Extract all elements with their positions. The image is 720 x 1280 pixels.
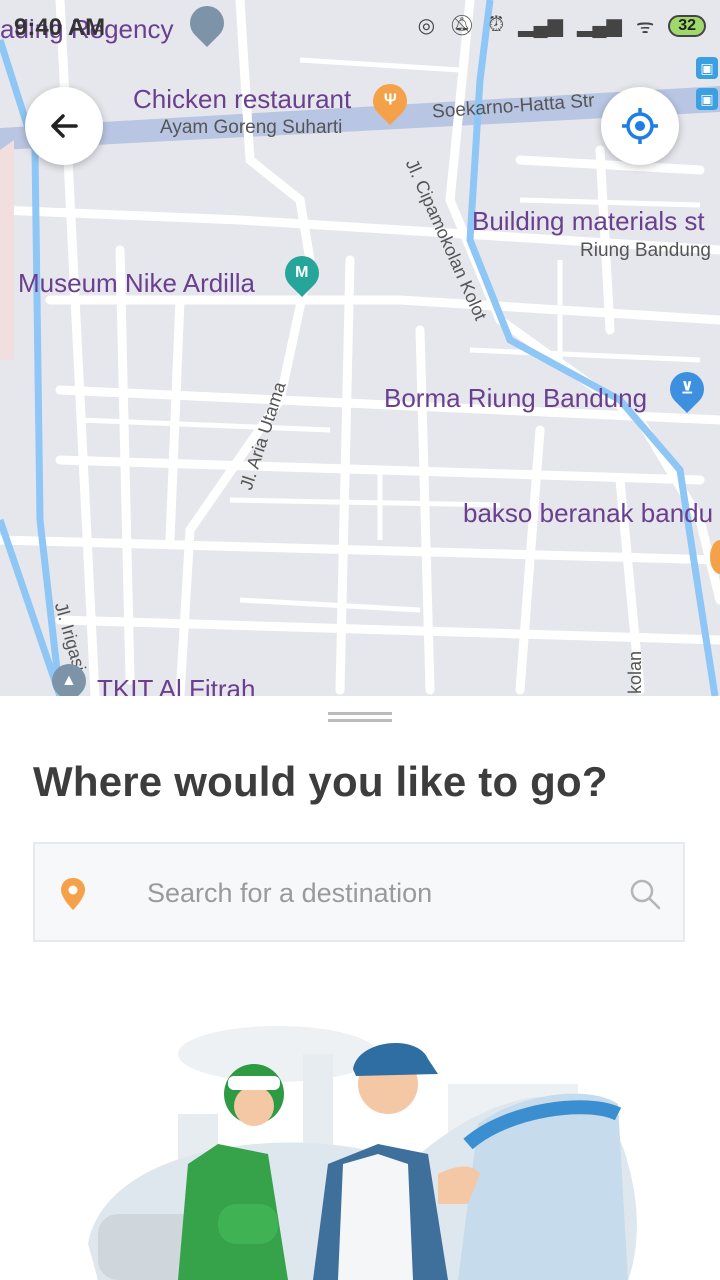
- back-arrow-icon: [51, 114, 78, 138]
- signal-icon: ▂▄▆: [577, 15, 622, 37]
- place-sub-building: Riung Bandung: [580, 240, 711, 261]
- road-label-kolan: kolan: [625, 650, 645, 694]
- search-icon[interactable]: [629, 878, 661, 910]
- drivers-illustration: [88, 1026, 637, 1280]
- bus-stop-icon[interactable]: ▣: [696, 88, 718, 110]
- destination-search-input[interactable]: [145, 872, 599, 914]
- place-label-museum[interactable]: Museum Nike Ardilla: [18, 268, 255, 299]
- alarm-icon: ⏰︎: [488, 14, 505, 36]
- signal-icon: ▂▄▆: [518, 15, 563, 37]
- my-location-button[interactable]: [601, 87, 679, 165]
- place-label-chicken[interactable]: Chicken restaurant: [133, 84, 351, 115]
- status-icons: ◎ 🔕︎ ⏰︎ ▂▄▆ ▂▄▆ ᯤ 32: [418, 12, 706, 39]
- notifications-off-icon: 🔕︎: [449, 15, 475, 37]
- sheet-title: Where would you like to go?: [33, 758, 608, 805]
- back-button[interactable]: [25, 87, 103, 165]
- hotspot-icon: ◎: [417, 15, 436, 37]
- battery-icon: 32: [668, 14, 706, 37]
- sheet-drag-handle[interactable]: [328, 712, 392, 722]
- my-location-icon: [622, 108, 658, 144]
- bus-stop-icon[interactable]: ▣: [696, 57, 718, 79]
- location-pin-icon: [61, 878, 85, 910]
- status-bar: 9:40 AM ◎ 🔕︎ ⏰︎ ▂▄▆ ▂▄▆ ᯤ 32: [0, 0, 720, 52]
- wifi-icon: ᯤ: [635, 16, 655, 38]
- place-label-building[interactable]: Building materials st: [472, 206, 705, 237]
- place-label-bakso[interactable]: bakso beranak bandu: [463, 498, 713, 529]
- status-time: 9:40 AM: [14, 14, 106, 41]
- place-label-borma[interactable]: Borma Riung Bandung: [384, 383, 647, 414]
- destination-sheet: Where would you like to go?: [0, 696, 720, 1280]
- place-sub-chicken: Ayam Goreng Suharti: [160, 117, 343, 138]
- destination-search-box[interactable]: [33, 842, 685, 942]
- place-label-tkit[interactable]: TKIT Al Fitrah: [97, 674, 255, 696]
